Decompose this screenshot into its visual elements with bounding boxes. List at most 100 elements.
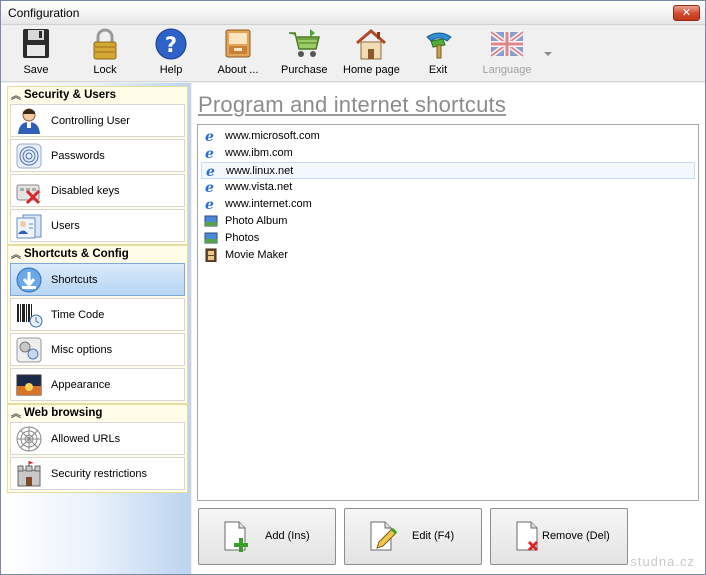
edit-button[interactable]: Edit (F4) — [344, 508, 482, 565]
exit-label: Exit — [428, 64, 448, 76]
sidebar-item-passwords[interactable]: Passwords — [10, 139, 185, 172]
shopping-cart-icon — [289, 29, 320, 57]
uk-flag-icon — [489, 30, 525, 58]
list-item-label: www.linux.net — [226, 165, 294, 177]
svg-text:e: e — [205, 180, 214, 194]
edit-button-label: Edit (F4) — [412, 530, 455, 542]
language-button[interactable]: Language — [479, 27, 535, 79]
remove-document-icon — [516, 521, 539, 552]
add-button[interactable]: Add (Ins) — [198, 508, 336, 565]
sidebar-item-disabled-keys[interactable]: Disabled keys — [10, 174, 185, 207]
section-title[interactable]: ︽ Web browsing — [8, 405, 187, 422]
castle-icon — [17, 461, 41, 487]
list-item[interactable]: e www.vista.net — [201, 179, 695, 196]
shortcuts-list[interactable]: e www.microsoft.com e www.ibm.com e www.… — [197, 124, 699, 501]
list-item[interactable]: e www.microsoft.com — [201, 128, 695, 145]
sidebar-item-misc-options[interactable]: Misc options — [10, 333, 185, 366]
about-button[interactable]: About ... — [213, 27, 263, 79]
collapse-chevron-icon[interactable]: ︽ — [11, 406, 21, 423]
svg-text:e: e — [205, 129, 214, 143]
floppy-disk-icon — [23, 29, 49, 58]
list-item-label: www.ibm.com — [225, 147, 293, 159]
list-item[interactable]: e www.internet.com — [201, 196, 695, 213]
list-item[interactable]: Photo Album — [201, 213, 695, 230]
spider-web-icon — [16, 426, 42, 452]
sidebar-item-users[interactable]: Users — [10, 209, 185, 242]
language-label: Language — [482, 64, 532, 76]
sidebar-item-controlling-user[interactable]: Controlling User — [10, 104, 185, 137]
help-icon: ? — [155, 28, 187, 60]
photo-icon — [204, 215, 218, 227]
users-icon — [16, 214, 42, 239]
collapse-chevron-icon[interactable]: ︽ — [11, 247, 21, 264]
list-item[interactable]: e www.ibm.com — [201, 145, 695, 162]
list-item-label: Movie Maker — [225, 249, 288, 261]
inbox-tray-icon — [225, 29, 251, 58]
list-item[interactable]: Photos — [201, 230, 695, 247]
section-title[interactable]: ︽ Shortcuts & Config — [8, 246, 187, 263]
add-button-label: Add (Ins) — [265, 530, 310, 542]
film-icon — [205, 248, 217, 262]
section-security-users: ︽ Security & Users Controlling User Pass… — [7, 86, 188, 245]
sidebar-item-security-restrictions[interactable]: Security restrictions — [10, 457, 185, 490]
house-icon — [356, 29, 386, 60]
purchase-label: Purchase — [281, 64, 328, 76]
ie-icon: e — [205, 146, 214, 160]
sidebar-item-label: Security restrictions — [51, 468, 147, 480]
home-page-button[interactable]: Home page — [343, 27, 400, 79]
sidebar: ︽ Security & Users Controlling User Pass… — [1, 83, 191, 574]
help-label: Help — [159, 64, 183, 76]
sidebar-item-label: Controlling User — [51, 115, 130, 127]
sidebar-item-label: Users — [51, 220, 80, 232]
main-panel: Program and internet shortcuts e www.mic… — [192, 83, 705, 574]
user-icon — [18, 108, 40, 134]
section-title-text: Shortcuts & Config — [24, 248, 129, 260]
section-web-browsing: ︽ Web browsing Allowed URLs Security res… — [7, 404, 188, 493]
list-item-label: www.vista.net — [225, 181, 293, 193]
sidebar-item-label: Misc options — [51, 344, 113, 356]
help-button[interactable]: ? Help — [152, 27, 190, 79]
list-item[interactable]: Movie Maker — [201, 247, 695, 264]
photo-icon — [204, 232, 218, 244]
sidebar-item-label: Time Code — [51, 309, 105, 321]
svg-text:e: e — [205, 197, 214, 211]
svg-text:?: ? — [165, 33, 177, 57]
padlock-icon — [93, 28, 117, 60]
list-item[interactable]: e www.linux.net — [201, 162, 695, 179]
list-item-label: www.microsoft.com — [225, 130, 320, 142]
sidebar-item-label: Appearance — [51, 379, 111, 391]
collapse-chevron-icon[interactable]: ︽ — [11, 88, 21, 105]
list-item-label: www.internet.com — [225, 198, 312, 210]
watermark: studna.cz — [630, 554, 695, 569]
sidebar-item-appearance[interactable]: Appearance — [10, 368, 185, 401]
disabled-keys-icon — [16, 184, 41, 205]
save-label: Save — [23, 64, 49, 76]
sidebar-item-time-code[interactable]: Time Code — [10, 298, 185, 331]
ie-icon: e — [205, 129, 214, 143]
sidebar-item-label: Allowed URLs — [51, 433, 121, 445]
svg-text:e: e — [205, 146, 214, 160]
section-title-text: Web browsing — [24, 407, 103, 419]
lock-label: Lock — [93, 64, 117, 76]
about-label: About ... — [217, 64, 259, 76]
purchase-button[interactable]: Purchase — [281, 27, 327, 79]
close-button[interactable]: ✕ — [673, 5, 700, 21]
lock-button[interactable]: Lock — [85, 27, 125, 79]
sidebar-item-shortcuts[interactable]: Shortcuts — [10, 263, 185, 296]
list-item-label: Photo Album — [225, 215, 288, 227]
remove-button-label: Remove (Del) — [542, 530, 610, 542]
add-document-icon — [224, 521, 248, 552]
section-title-text: Security & Users — [24, 89, 117, 101]
language-dropdown-arrow-icon[interactable] — [544, 52, 552, 56]
ie-icon: e — [205, 197, 214, 211]
remove-button[interactable]: Remove (Del) — [490, 508, 628, 565]
exit-icon — [426, 32, 452, 59]
save-button[interactable]: Save — [15, 27, 57, 79]
exit-button[interactable]: Exit — [421, 27, 455, 79]
sidebar-item-allowed-urls[interactable]: Allowed URLs — [10, 422, 185, 455]
sidebar-item-label: Shortcuts — [51, 274, 98, 286]
list-item-label: Photos — [225, 232, 260, 244]
title-bar: Configuration ✕ — [1, 1, 705, 25]
section-title[interactable]: ︽ Security & Users — [8, 87, 187, 104]
configuration-window: Configuration ✕ Save Lock ? Help About .… — [0, 0, 706, 575]
